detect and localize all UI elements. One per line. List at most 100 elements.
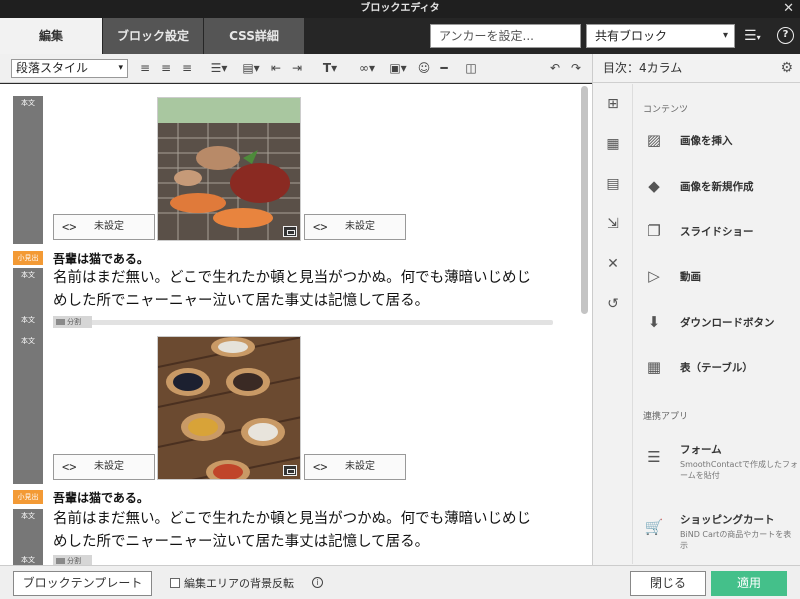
- shared-block-value: 共有ブロック: [595, 29, 668, 43]
- divider-tag[interactable]: 分割: [53, 555, 92, 565]
- bbq-photo: [158, 98, 300, 240]
- tag-body: 本文: [13, 96, 43, 110]
- tab-edit[interactable]: 編集: [0, 18, 102, 54]
- block-paragraph[interactable]: 名前はまだ無い。どこで生れたか頓と見当がつかぬ。何でも薄暗いじめじ めした所でニ…: [53, 508, 565, 554]
- apply-button[interactable]: 適用: [711, 571, 787, 596]
- code-icon: <>: [313, 220, 328, 234]
- align-center-icon[interactable]: ≡: [159, 60, 173, 77]
- section-contents: コンテンツ: [643, 105, 689, 115]
- tab-block-settings[interactable]: ブロック設定: [103, 18, 203, 54]
- window-title: ブロックエディタ: [360, 3, 440, 14]
- table-icon: ▦: [646, 358, 662, 376]
- tag-small-heading: 小見出: [13, 490, 43, 504]
- link-unset-button[interactable]: <> 未設定: [304, 214, 406, 240]
- tag-small-heading: 小見出: [13, 251, 43, 265]
- item-download-button[interactable]: ⬇ ダウンロードボタン: [643, 312, 793, 334]
- format-toolbar: 段落スタイル ▾ ≡ ≡ ≡ ☰▾ ▤▾ ⇤ ⇥ T▾ ∞▾ ▣▾ ☺ ━ ◫ …: [0, 54, 592, 83]
- divider-tag[interactable]: 分割: [53, 316, 92, 328]
- close-icon[interactable]: ✕: [783, 0, 794, 18]
- spices-photo: [158, 337, 300, 479]
- panel-title: 目次：4カラム: [603, 61, 683, 75]
- link-unset-button[interactable]: <> 未設定: [304, 454, 406, 480]
- text-format-icon[interactable]: T▾: [318, 60, 342, 77]
- code-icon: <>: [62, 460, 77, 474]
- close-button[interactable]: 閉じる: [630, 571, 706, 596]
- section-apps: 連携アプリ: [643, 412, 689, 422]
- panel-icon-column: ⊞ ▦ ▤ ⇲ ✕ ↺: [593, 84, 633, 564]
- link-unset-button[interactable]: <> 未設定: [53, 454, 155, 480]
- image-settings-icon[interactable]: [283, 465, 297, 476]
- download-icon: ⬇: [647, 313, 661, 331]
- item-slideshow[interactable]: ❐ スライドショー: [643, 221, 793, 243]
- indent-left-icon[interactable]: ⇤: [269, 60, 283, 77]
- item-form[interactable]: ☰ フォーム SmoothContactで作成したフォームを貼付: [643, 439, 798, 480]
- redo-icon[interactable]: ↷: [569, 60, 583, 77]
- paragraph-style-value: 段落スタイル: [16, 61, 89, 75]
- column-icon[interactable]: ◫: [464, 60, 478, 77]
- tag-body: 本文: [13, 313, 43, 327]
- spices-image[interactable]: [157, 336, 301, 480]
- item-shopping-cart[interactable]: 🛒 ショッピングカート BiND Cartの商品やカートを表示: [643, 509, 793, 550]
- page-icon[interactable]: ▤: [605, 176, 621, 192]
- import-icon[interactable]: ⇲: [605, 216, 621, 232]
- help-icon[interactable]: ?: [777, 27, 794, 44]
- tag-body: 本文: [13, 334, 43, 348]
- link-unset-button[interactable]: <> 未設定: [53, 214, 155, 240]
- gear-icon[interactable]: ⚙: [780, 54, 793, 83]
- anchor-input[interactable]: アンカーを設定...: [430, 24, 581, 48]
- bbq-image[interactable]: [157, 97, 301, 241]
- block-sidebar: [13, 96, 43, 244]
- form-icon: ☰: [647, 448, 661, 466]
- side-panel: 目次：4カラム ⚙ ⊞ ▦ ▤ ⇲ ✕ ↺ コンテンツ ▨ 画像を挿入 ◆ 画像…: [592, 54, 800, 565]
- window-titlebar: ブロックエディタ ✕: [0, 0, 800, 18]
- block-sidebar: [13, 348, 43, 484]
- block-heading[interactable]: 吾輩は猫である。: [53, 250, 149, 267]
- chevron-down-icon: ▾: [722, 30, 728, 41]
- tag-body: 本文: [13, 553, 43, 565]
- item-table[interactable]: ▦ 表（テーブル）: [643, 357, 793, 379]
- shared-block-select[interactable]: 共有ブロック ▾: [586, 24, 735, 48]
- parts-icon[interactable]: ▦: [605, 136, 621, 152]
- tag-body: 本文: [13, 509, 43, 523]
- block-template-button[interactable]: ブロックテンプレート: [13, 571, 152, 596]
- item-insert-image[interactable]: ▨ 画像を挿入: [643, 130, 793, 152]
- history-icon[interactable]: ↺: [605, 296, 621, 312]
- top-bar: 編集 ブロック設定 CSS詳細 アンカーを設定... 共有ブロック ▾ ☰▾ ?: [0, 18, 800, 54]
- undo-icon[interactable]: ↶: [548, 60, 562, 77]
- add-block-icon[interactable]: ⊞: [605, 96, 621, 112]
- item-new-image[interactable]: ◆ 画像を新規作成: [643, 176, 793, 198]
- invert-background-checkbox[interactable]: [170, 578, 180, 588]
- menu-icon[interactable]: ☰▾: [744, 26, 770, 46]
- editor-scrollbar[interactable]: [581, 86, 588, 314]
- image-settings-icon[interactable]: [283, 226, 297, 237]
- link-icon[interactable]: ∞▾: [356, 60, 378, 77]
- info-icon[interactable]: i: [312, 577, 323, 588]
- shapes-icon: ◆: [648, 177, 660, 195]
- item-video[interactable]: ▷ 動画: [643, 266, 793, 288]
- tools-icon[interactable]: ✕: [605, 256, 621, 272]
- chevron-down-icon: ▾: [118, 63, 123, 73]
- align-right-icon[interactable]: ≡: [180, 60, 194, 77]
- bullet-list-icon[interactable]: ☰▾: [208, 60, 230, 77]
- align-left-icon[interactable]: ≡: [138, 60, 152, 77]
- indent-right-icon[interactable]: ⇥: [290, 60, 304, 77]
- block-heading[interactable]: 吾輩は猫である。: [53, 489, 149, 506]
- tab-css-detail[interactable]: CSS詳細: [204, 18, 304, 54]
- cart-icon: 🛒: [644, 518, 664, 536]
- block-icon[interactable]: ▤▾: [240, 60, 262, 77]
- invert-background-label: 編集エリアの背景反転: [184, 577, 294, 590]
- slideshow-icon: ❐: [647, 222, 661, 240]
- divider-line: [53, 320, 553, 325]
- code-icon: <>: [313, 460, 328, 474]
- paragraph-style-select[interactable]: 段落スタイル ▾: [11, 59, 128, 78]
- panel-header: 目次：4カラム ⚙: [593, 54, 800, 83]
- image-icon: ▨: [646, 131, 662, 149]
- tag-body: 本文: [13, 268, 43, 282]
- code-icon: <>: [62, 220, 77, 234]
- image-icon[interactable]: ▣▾: [387, 60, 409, 77]
- block-paragraph[interactable]: 名前はまだ無い。どこで生れたか頓と見当がつかぬ。何でも薄暗いじめじ めした所でニ…: [53, 267, 565, 313]
- emoji-icon[interactable]: ☺: [416, 60, 432, 77]
- horizontal-rule-icon[interactable]: ━: [436, 60, 452, 77]
- footer-bar: ブロックテンプレート 編集エリアの背景反転 i 閉じる 適用: [0, 565, 800, 599]
- editor-area[interactable]: 本文 <> 未設定 <> 未設定 小見出 吾輩は猫である。 本文 本文 本文 名…: [0, 84, 592, 565]
